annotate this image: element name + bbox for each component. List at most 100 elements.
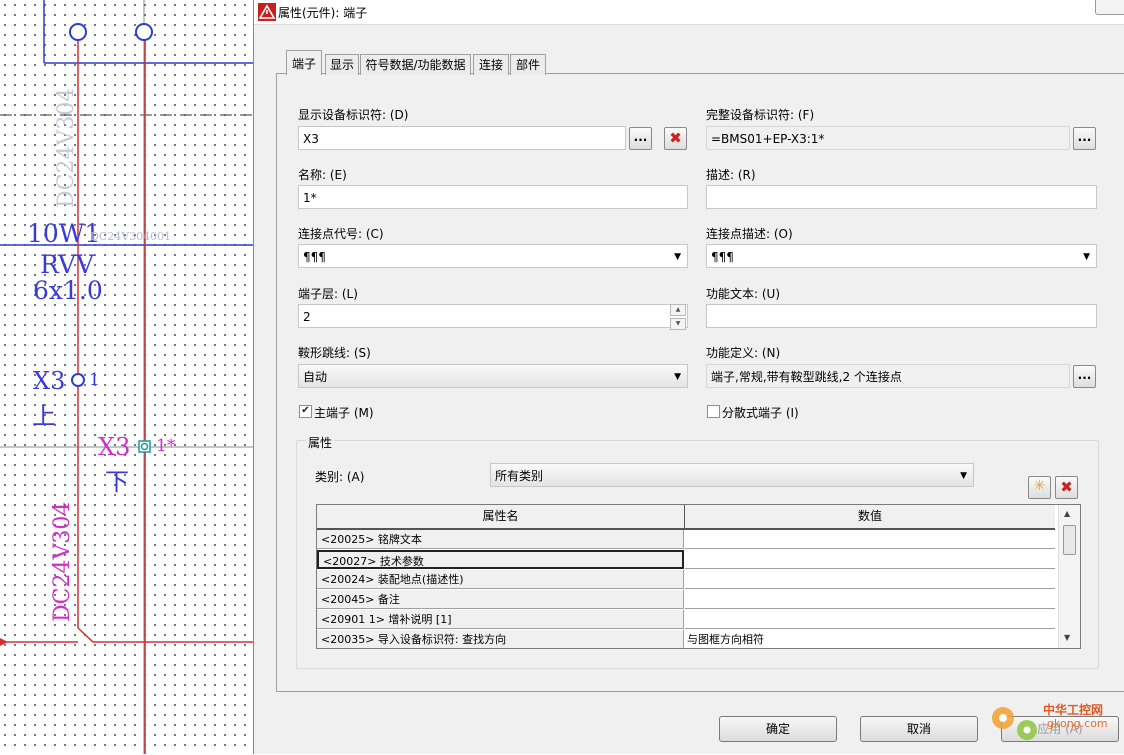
display-tag-input[interactable]: X3 (298, 126, 626, 150)
terminal-level-label: 端子层: (L) (298, 287, 358, 301)
connection-desc-value: ¶¶¶ (711, 250, 734, 264)
connection-desc-label: 连接点描述: (O) (706, 227, 793, 241)
terminal-lower-number: 1* (156, 436, 176, 456)
tab-display[interactable]: 显示 (325, 54, 359, 75)
tab-parts[interactable]: 部件 (510, 54, 546, 75)
display-tag-delete-button[interactable]: ✖ (664, 127, 687, 150)
column-header-name[interactable]: 属性名 (317, 505, 685, 530)
connection-point-top-left (69, 23, 87, 41)
display-tag-label: 显示设备标识符: (D) (298, 108, 409, 122)
main-terminal-label: 主端子 (M) (314, 406, 374, 420)
close-button[interactable] (1095, 0, 1124, 15)
full-tag-field: =BMS01+EP-X3:1* (706, 126, 1070, 150)
spin-down-icon[interactable]: ▼ (670, 318, 686, 330)
property-value-cell[interactable] (685, 570, 1055, 589)
scroll-down-icon[interactable]: ▼ (1064, 633, 1070, 642)
cable-type: RVV (40, 250, 95, 279)
tab-symbol-data[interactable]: 符号数据/功能数据 (360, 54, 471, 75)
property-name-cell: <20045> 备注 (317, 590, 684, 609)
name-label: 名称: (E) (298, 168, 347, 182)
cable-ref: DC24V304001 (90, 230, 172, 243)
spin-up-icon[interactable]: ▲ (670, 304, 686, 316)
watermark-logo: 中华工控网 gkong.com (985, 698, 1124, 752)
property-value-cell[interactable] (685, 590, 1055, 609)
delete-icon: ✖ (1060, 478, 1073, 496)
table-row[interactable]: <20025> 铭牌文本 (317, 530, 1057, 550)
dialog-title: 属性(元件): 端子 (278, 6, 368, 20)
watermark-url: gkong.com (1047, 717, 1108, 730)
function-def-field: 端子,常规,带有鞍型跳线,2 个连接点 (706, 364, 1070, 388)
main-terminal-checkbox[interactable]: ✔ (299, 405, 312, 418)
property-name-cell: <20035> 导入设备标识符: 查找方向 (317, 630, 684, 648)
new-star-icon: ✳ (1033, 478, 1046, 494)
property-name-cell: <20024> 装配地点(描述性) (317, 570, 684, 589)
connection-code-value: ¶¶¶ (303, 250, 326, 264)
add-property-button[interactable]: ✳ (1028, 476, 1051, 499)
ok-button[interactable]: 确定 (719, 716, 837, 742)
display-tag-browse-button[interactable]: ... (629, 127, 652, 150)
split-terminal-checkbox[interactable] (707, 405, 720, 418)
description-input[interactable] (706, 185, 1097, 209)
table-row[interactable]: <20024> 装配地点(描述性) (317, 570, 1057, 590)
level-spinner[interactable]: ▲ ▼ (670, 304, 686, 330)
connection-desc-dropdown[interactable]: ¶¶¶ ▼ (706, 244, 1097, 268)
name-input[interactable]: 1* (298, 185, 688, 209)
wire-vertical-label: DC24V304 (50, 501, 75, 622)
scroll-thumb[interactable] (1063, 525, 1076, 555)
connection-code-label: 连接点代号: (C) (298, 227, 384, 241)
terminal-lower-tag: X3 (98, 433, 131, 461)
properties-table: 属性名 数值 <20025> 铭牌文本 <20027> 技术参数 <20024>… (316, 504, 1081, 649)
property-value-cell[interactable]: 与图框方向相符 (685, 630, 1055, 648)
table-row[interactable]: <20901 1> 增补说明 [1] (317, 610, 1057, 630)
full-tag-label: 完整设备标识符: (F) (706, 108, 815, 122)
chevron-down-icon: ▼ (674, 252, 681, 262)
jumper-value: 自动 (303, 370, 328, 384)
function-text-input[interactable] (706, 304, 1097, 328)
terminal-upper-position: 上 (32, 402, 56, 430)
table-row[interactable]: <20045> 备注 (317, 590, 1057, 610)
category-label: 类别: (A) (315, 470, 365, 484)
chevron-down-icon: ▼ (1083, 252, 1090, 262)
terminal-upper-symbol (71, 373, 85, 387)
terminal-upper-number: 1 (89, 370, 100, 390)
delete-icon: ✖ (669, 129, 682, 147)
function-def-browse-button[interactable]: ... (1073, 365, 1096, 388)
terminal-lower-position: 下 (105, 468, 129, 496)
property-value-cell[interactable] (685, 550, 1055, 569)
scroll-up-icon[interactable]: ▲ (1064, 509, 1070, 518)
function-def-label: 功能定义: (N) (706, 346, 781, 360)
chevron-down-icon: ▼ (674, 372, 681, 382)
gear-icon (992, 707, 1037, 740)
cable-spec: 6x1.0 (33, 276, 103, 305)
jumper-label: 鞍形跳线: (S) (298, 346, 371, 360)
function-text-label: 功能文本: (U) (706, 287, 781, 301)
property-value-cell[interactable] (685, 610, 1055, 629)
category-value: 所有类别 (495, 469, 544, 483)
full-tag-browse-button[interactable]: ... (1073, 127, 1096, 150)
cable-wire-top-label: DC24V304 (54, 87, 79, 208)
cancel-button[interactable]: 取消 (860, 716, 978, 742)
category-dropdown[interactable]: 所有类别 ▼ (490, 463, 974, 487)
column-header-value[interactable]: 数值 (685, 505, 1055, 530)
table-row[interactable]: <20035> 导入设备标识符: 查找方向 与图框方向相符 (317, 630, 1057, 648)
delete-property-button[interactable]: ✖ (1055, 476, 1078, 499)
app-warning-icon (258, 3, 276, 21)
jumper-dropdown[interactable]: 自动 ▼ (298, 364, 688, 388)
description-label: 描述: (R) (706, 168, 756, 182)
property-value-cell[interactable] (685, 530, 1055, 549)
property-name-cell: <20901 1> 增补说明 [1] (317, 610, 684, 629)
schematic-canvas[interactable]: DC24V304 10W1 DC24V304001 RVV 6x1.0 X3 1… (0, 0, 256, 754)
chevron-down-icon: ▼ (960, 471, 967, 481)
tab-connection[interactable]: 连接 (473, 54, 509, 75)
terminal-level-input[interactable]: 2 (298, 304, 688, 328)
table-row[interactable]: <20027> 技术参数 (317, 550, 1057, 570)
table-scrollbar[interactable]: ▲ ▼ (1058, 505, 1080, 648)
tab-terminal[interactable]: 端子 (286, 50, 322, 75)
connection-code-dropdown[interactable]: ¶¶¶ ▼ (298, 244, 688, 268)
properties-group-label: 属性 (306, 434, 335, 451)
wire-bend (77, 627, 256, 643)
split-terminal-label: 分散式端子 (I) (722, 406, 799, 420)
property-name-cell: <20027> 技术参数 (317, 550, 684, 569)
dialog-titlebar[interactable]: 属性(元件): 端子 (254, 0, 1124, 25)
terminal-lower-selected (138, 440, 151, 453)
